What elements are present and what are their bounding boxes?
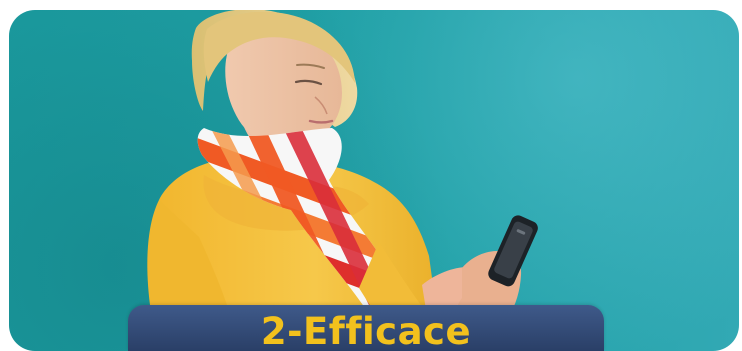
content-card: 2-Efficace xyxy=(0,0,742,351)
caption-banner: 2-Efficace xyxy=(128,305,604,351)
hero-photo xyxy=(9,10,739,351)
caption-title: 2-Efficace xyxy=(260,310,472,351)
woman-with-phone-illustration xyxy=(147,10,538,351)
phone-icon xyxy=(488,215,538,287)
